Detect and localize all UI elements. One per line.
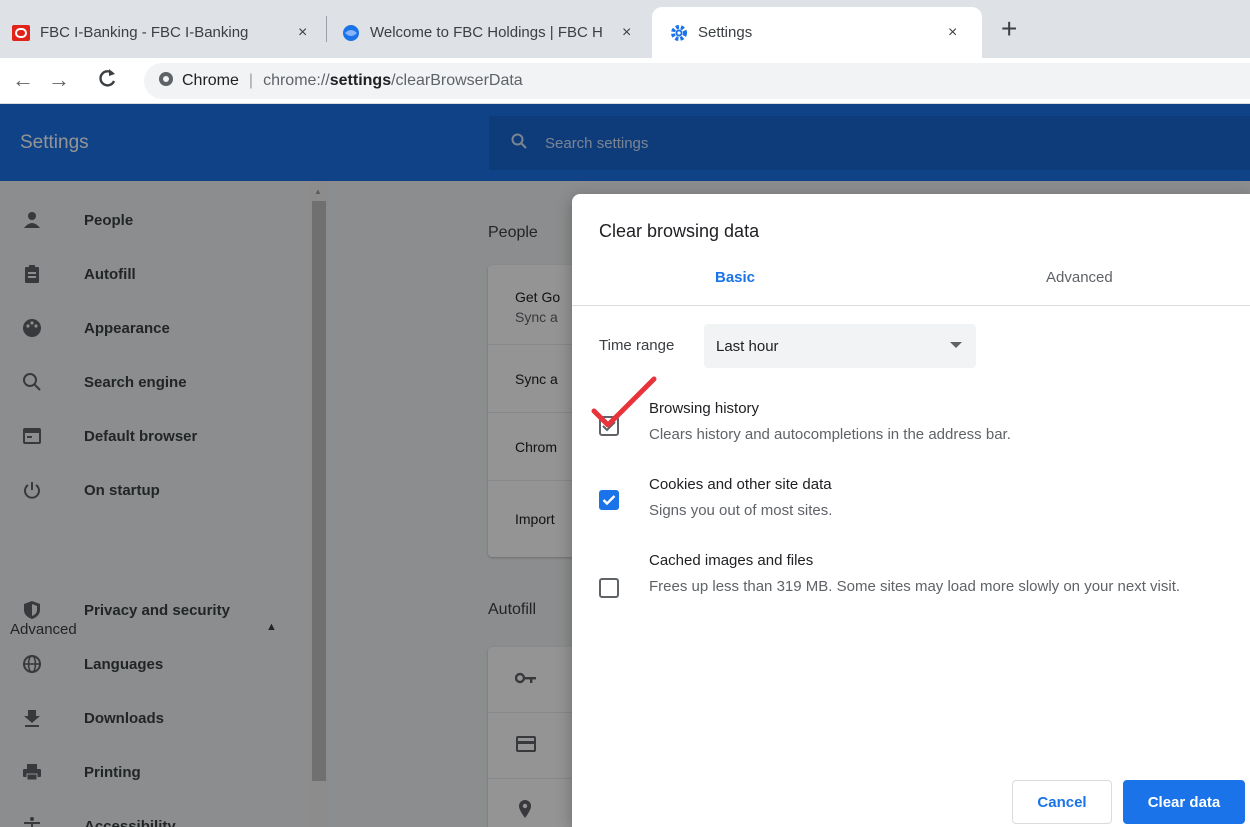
- cancel-button[interactable]: Cancel: [1012, 780, 1112, 824]
- browser-toolbar: ← → Chrome | chrome://settings/clearBrow…: [0, 58, 1250, 104]
- option-title: Cookies and other site data: [649, 476, 832, 493]
- tab-strip: FBC I-Banking - FBC I-Banking × Welcome …: [0, 0, 1250, 58]
- cached-images-checkbox[interactable]: [599, 578, 619, 598]
- globe-icon: [342, 24, 360, 42]
- tab-advanced[interactable]: Advanced: [1046, 269, 1113, 286]
- option-title: Browsing history: [649, 400, 760, 417]
- chip-divider: |: [248, 72, 254, 89]
- browser-tab-settings[interactable]: Settings ×: [652, 7, 982, 58]
- oracle-icon: [12, 24, 30, 42]
- settings-gear-icon: [670, 24, 688, 42]
- option-description: Signs you out of most sites.: [649, 502, 833, 519]
- tab-title: Settings: [698, 24, 753, 41]
- chrome-logo-icon: [158, 71, 174, 92]
- option-title: Cached images and files: [649, 552, 814, 569]
- dropdown-arrow-icon: [950, 342, 962, 348]
- tab-separator: [326, 16, 327, 42]
- url-text: chrome://settings/clearBrowserData: [263, 72, 523, 89]
- forward-arrow-icon[interactable]: →: [48, 67, 70, 93]
- scheme-chip: Chrome: [182, 72, 239, 89]
- close-tab-icon[interactable]: ×: [298, 24, 307, 42]
- browser-tab-fbc-ibanking[interactable]: FBC I-Banking - FBC I-Banking ×: [12, 7, 320, 58]
- close-tab-icon[interactable]: ×: [948, 24, 957, 42]
- reload-icon[interactable]: [96, 66, 118, 96]
- new-tab-button[interactable]: +: [1001, 13, 1017, 45]
- tab-divider: [572, 305, 1250, 306]
- option-description: Frees up less than 319 MB. Some sites ma…: [649, 578, 1181, 595]
- dialog-title: Clear browsing data: [599, 221, 760, 241]
- close-tab-icon[interactable]: ×: [622, 24, 631, 42]
- address-bar[interactable]: Chrome | chrome://settings/clearBrowserD…: [144, 63, 1250, 99]
- clear-data-button[interactable]: Clear data: [1123, 780, 1245, 824]
- tab-title: Welcome to FBC Holdings | FBC H: [370, 24, 603, 41]
- time-range-label: Time range: [599, 337, 675, 354]
- clear-browsing-data-dialog: Clear browsing data Basic Advanced Time …: [572, 194, 1250, 827]
- cookies-checkbox[interactable]: [599, 490, 619, 510]
- browsing-history-checkbox[interactable]: [599, 416, 619, 436]
- time-range-value: Last hour: [716, 337, 779, 355]
- option-description: Clears history and autocompletions in th…: [649, 426, 1011, 443]
- time-range-select[interactable]: Last hour: [704, 324, 976, 368]
- tab-title: FBC I-Banking - FBC I-Banking: [40, 24, 249, 41]
- browser-tab-fbc-holdings[interactable]: Welcome to FBC Holdings | FBC H ×: [342, 7, 642, 58]
- back-arrow-icon[interactable]: ←: [12, 67, 34, 93]
- tab-basic[interactable]: Basic: [715, 269, 755, 286]
